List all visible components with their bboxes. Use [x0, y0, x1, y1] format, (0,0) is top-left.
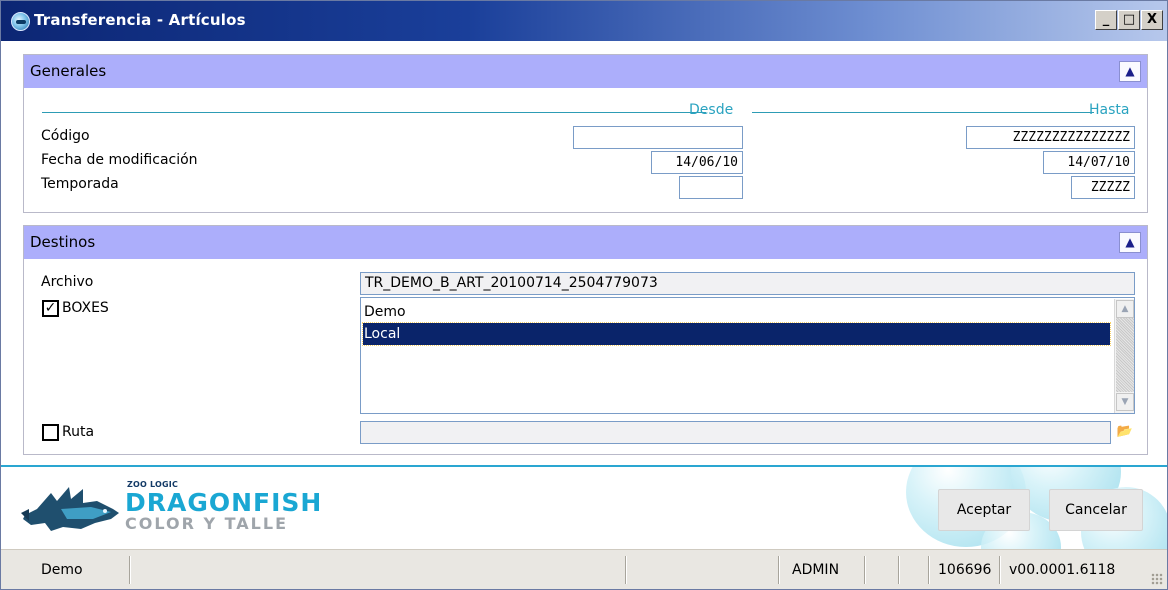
scroll-down-button[interactable]: ▼ — [1116, 393, 1134, 411]
codigo-desde-input[interactable] — [573, 126, 743, 149]
arrow-down-icon: ▼ — [1121, 397, 1129, 407]
ruta-checkbox[interactable] — [42, 424, 59, 441]
status-database: Demo — [41, 562, 83, 578]
status-separator — [864, 556, 866, 584]
maximize-button[interactable]: □ — [1118, 10, 1140, 30]
boxes-label: BOXES — [62, 300, 109, 316]
status-separator — [928, 556, 930, 584]
logo-product-text: DRAGONFISH — [125, 488, 323, 517]
status-version: v00.0001.6118 — [1009, 562, 1116, 578]
transfer-window: Transferencia - Artículos _ □ X Generale… — [0, 0, 1168, 590]
codigo-hasta-input[interactable]: ZZZZZZZZZZZZZZZ — [966, 126, 1135, 149]
generales-section: Generales ▲ Desde Hasta Código ZZZZZZZZZ… — [23, 54, 1148, 213]
desde-rule — [42, 112, 706, 113]
fecha-label: Fecha de modificación — [41, 152, 198, 168]
destinos-section: Destinos ▲ Archivo TR_DEMO_B_ART_2010071… — [23, 225, 1148, 455]
status-separator — [898, 556, 900, 584]
destinos-header: Destinos ▲ — [24, 226, 1147, 259]
list-item[interactable]: Demo — [363, 301, 1110, 323]
hasta-header: Hasta — [1089, 102, 1130, 118]
logo-subtitle-text: COLOR Y TALLE — [125, 514, 288, 533]
cancel-button[interactable]: Cancelar — [1049, 489, 1143, 531]
folder-browse-icon[interactable]: 📂 — [1116, 423, 1134, 441]
status-separator — [625, 556, 627, 584]
status-separator — [129, 556, 131, 584]
temporada-desde-input[interactable] — [679, 176, 743, 199]
app-fish-icon — [11, 12, 30, 31]
minimize-button[interactable]: _ — [1095, 10, 1117, 30]
temporada-label: Temporada — [41, 176, 119, 192]
window-title: Transferencia - Artículos — [34, 11, 246, 29]
status-separator — [778, 556, 780, 584]
ruta-field[interactable] — [360, 421, 1111, 444]
archivo-field[interactable]: TR_DEMO_B_ART_20100714_2504779073 — [360, 272, 1135, 295]
archivo-label: Archivo — [41, 274, 94, 290]
arrow-up-icon: ▲ — [1121, 304, 1129, 314]
close-button[interactable]: X — [1141, 10, 1163, 30]
checkmark-icon: ✓ — [44, 300, 57, 316]
title-bar[interactable]: Transferencia - Artículos _ □ X — [1, 1, 1167, 41]
listbox-scrollbar[interactable]: ▲ ▼ — [1114, 299, 1134, 413]
desde-header: Desde — [689, 102, 734, 118]
boxes-checkbox[interactable]: ✓ — [42, 300, 59, 317]
scroll-track[interactable] — [1116, 318, 1134, 392]
generales-header: Generales ▲ — [24, 55, 1147, 88]
temporada-hasta-input[interactable]: ZZZZZ — [1071, 176, 1135, 199]
destinos-title: Destinos — [30, 233, 96, 251]
status-bar: Demo ADMIN 106696 v00.0001.6118 — [1, 549, 1167, 589]
dragonfish-logo-icon — [21, 487, 119, 531]
ruta-label: Ruta — [62, 424, 95, 440]
status-number: 106696 — [938, 562, 992, 578]
boxes-listbox[interactable]: Demo Local ▲ ▼ — [360, 297, 1135, 414]
scroll-up-button[interactable]: ▲ — [1116, 300, 1134, 318]
list-item-selected[interactable]: Local — [362, 322, 1111, 346]
footer-panel: ZOO LOGIC DRAGONFISH COLOR Y TALLE Acept… — [1, 467, 1167, 549]
codigo-label: Código — [41, 128, 90, 144]
generales-collapse-button[interactable]: ▲ — [1119, 61, 1141, 82]
destinos-collapse-button[interactable]: ▲ — [1119, 232, 1141, 253]
hasta-rule — [752, 112, 1094, 113]
double-chevron-up-icon: ▲ — [1125, 64, 1135, 78]
status-separator — [999, 556, 1001, 584]
status-user: ADMIN — [792, 562, 840, 578]
generales-title: Generales — [30, 62, 107, 80]
double-chevron-up-icon: ▲ — [1125, 235, 1135, 249]
accept-button[interactable]: Aceptar — [938, 489, 1030, 531]
fecha-hasta-input[interactable]: 14/07/10 — [1043, 151, 1135, 174]
resize-grip-icon[interactable] — [1151, 573, 1163, 585]
fecha-desde-input[interactable]: 14/06/10 — [651, 151, 743, 174]
